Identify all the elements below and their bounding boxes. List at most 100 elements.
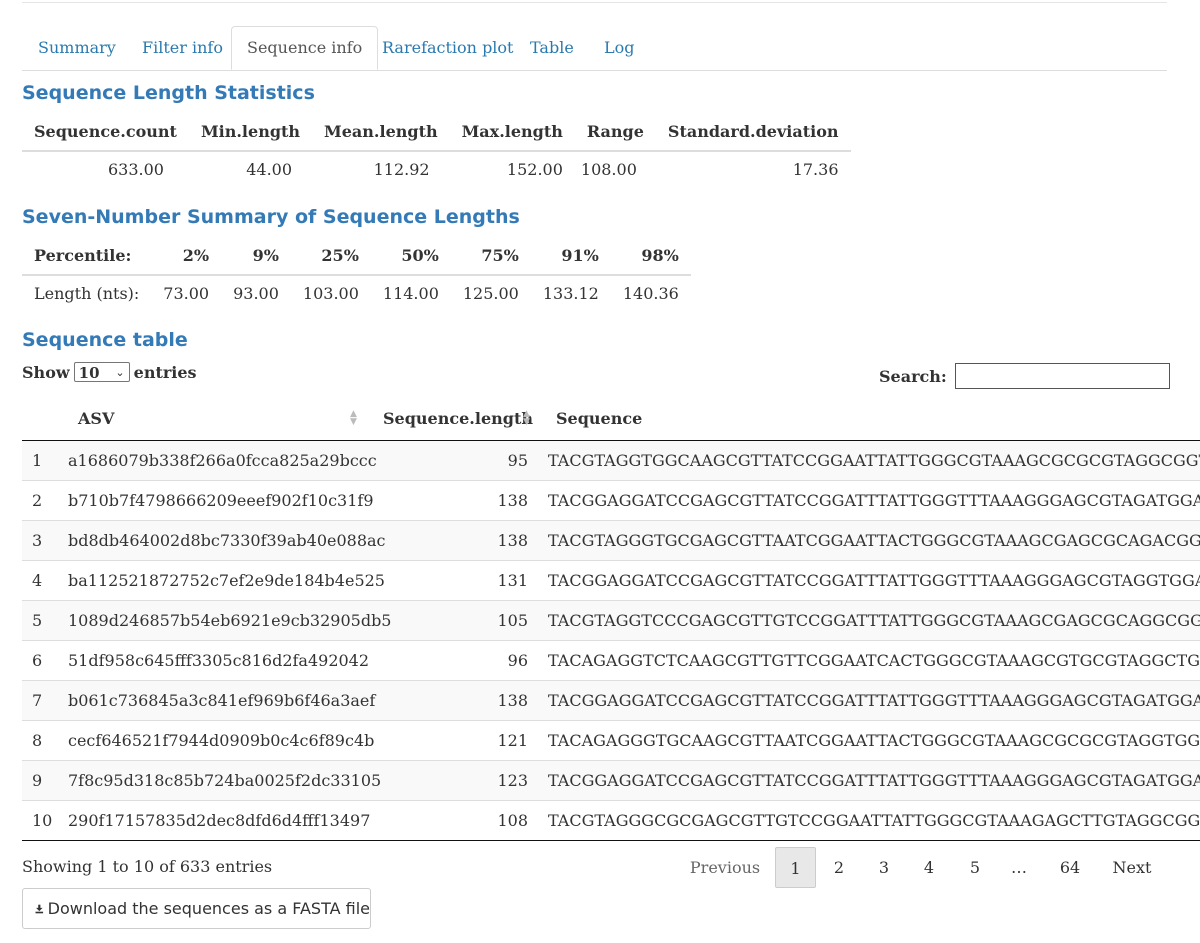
col-p25: 25% <box>290 237 371 276</box>
row-sequence: TACGTAGGTCCCGAGCGTTGTCCGGATTTATTGGGCGTAA… <box>548 611 1200 630</box>
col-asv[interactable]: ASV <box>78 398 114 440</box>
tab-filter-info[interactable]: Filter info <box>142 26 223 70</box>
tab-summary[interactable]: Summary <box>38 26 116 70</box>
stat-range: 108.00 <box>580 160 637 179</box>
row-sequence: TACGGAGGATCCGAGCGTTATCCGGATTTATTGGGTTTAA… <box>548 691 1200 710</box>
row-length: 108 <box>497 811 528 830</box>
page-64-button[interactable]: 64 <box>1050 847 1090 888</box>
val-p9: 93.00 <box>233 284 279 303</box>
row-asv: 7f8c95d318c85b724ba0025f2dc33105 <box>68 771 382 790</box>
row-length: 123 <box>497 771 528 790</box>
page-2-button[interactable]: 2 <box>820 847 858 888</box>
length-stats-heading: Sequence Length Statistics <box>22 82 315 104</box>
stat-mean-length: 112.92 <box>373 160 430 179</box>
row-index: 4 <box>32 571 43 590</box>
val-p25: 103.00 <box>302 284 359 303</box>
col-percentile-label: Percentile: <box>22 237 152 276</box>
col-p2: 2% <box>151 237 222 276</box>
col-p50: 50% <box>370 237 451 276</box>
previous-page-button[interactable]: Previous <box>680 847 770 888</box>
sequence-table-heading: Sequence table <box>22 329 188 351</box>
seven-number-table: Percentile: 2% 9% 25% 50% 75% 91% 98% Le… <box>22 237 691 311</box>
val-p75: 125.00 <box>462 284 519 303</box>
row-length: 138 <box>497 691 528 710</box>
tab-rarefaction-plot[interactable]: Rarefaction plot <box>382 26 513 70</box>
top-divider <box>22 2 1167 3</box>
row-asv: a1686079b338f266a0fcca825a29bccc <box>68 451 377 470</box>
row-sequence: TACGGAGGATCCGAGCGTTATCCGGATTTATTGGGTTTAA… <box>548 571 1200 590</box>
col-max-length: Max.length <box>449 113 575 152</box>
row-index: 7 <box>32 691 43 710</box>
col-p98: 98% <box>610 237 691 276</box>
row-asv: 290f17157835d2dec8dfd6d4fff13497 <box>68 811 371 830</box>
sort-sequence-length-icon[interactable]: ▲ ▼ <box>523 410 530 427</box>
row-asv: bd8db464002d8bc7330f39ab40e088ac <box>68 531 386 550</box>
stat-min-length: 44.00 <box>246 160 293 179</box>
row-asv: cecf646521f7944d0909b0c4c6f89c4b <box>68 731 375 750</box>
tab-table[interactable]: Table <box>530 26 574 70</box>
row-length: 138 <box>497 491 528 510</box>
table-row: 9 7f8c95d318c85b724ba0025f2dc33105 123 T… <box>22 761 1200 801</box>
row-sequence: TACGGAGGATCCGAGCGTTATCCGGATTTATTGGGTTTAA… <box>548 771 1200 790</box>
row-asv: 51df958c645fff3305c816d2fa492042 <box>68 651 370 670</box>
table-row: 4 ba112521872752c7ef2e9de184b4e525 131 T… <box>22 561 1200 601</box>
col-p75: 75% <box>450 237 531 276</box>
row-length: 96 <box>507 651 528 670</box>
row-sequence: TACGTAGGGTGCGAGCGTTAATCGGAATTACTGGGCGTAA… <box>548 531 1200 550</box>
table-body: 1 a1686079b338f266a0fcca825a29bccc 95 TA… <box>22 441 1200 841</box>
stat-sequence-count: 633.00 <box>107 160 164 179</box>
page-4-button[interactable]: 4 <box>910 847 948 888</box>
page-length-value: 10 <box>78 364 100 382</box>
row-asv: b061c736845a3c841ef969b6f46a3aef <box>68 691 376 710</box>
val-p2: 73.00 <box>163 284 210 303</box>
col-min-length: Min.length <box>188 113 313 152</box>
row-length: 121 <box>497 731 528 750</box>
row-length: 95 <box>507 451 528 470</box>
tab-sequence-info[interactable]: Sequence info <box>231 26 379 70</box>
row-length: 105 <box>497 611 528 630</box>
table-header: ASV ▲ ▼ Sequence.length ▲ ▼ Sequence <box>22 398 1200 441</box>
row-sequence: TACAGAGGGTGCAAGCGTTAATCGGAATTACTGGGCGTAA… <box>548 731 1200 750</box>
length-nts-label: Length (nts): <box>34 284 140 303</box>
table-row: 2 b710b7f4798666209eeef902f10c31f9 138 T… <box>22 481 1200 521</box>
download-icon <box>35 904 44 913</box>
row-sequence: TACGTAGGGCGCGAGCGTTGTCCGGAATTATTGGGCGTAA… <box>548 811 1200 830</box>
pagination-ellipsis: … <box>1011 858 1027 877</box>
row-index: 6 <box>32 651 43 670</box>
val-p91: 133.12 <box>542 284 599 303</box>
show-label: Show <box>22 362 70 382</box>
download-fasta-button[interactable]: Download the sequences as a FASTA file <box>22 888 371 929</box>
page-length-select[interactable]: 10 ⌄ <box>73 362 130 382</box>
search-control: Search: <box>879 363 1170 389</box>
table-row: 1 a1686079b338f266a0fcca825a29bccc 95 TA… <box>22 441 1200 481</box>
stat-standard-deviation: 17.36 <box>792 160 839 179</box>
row-length: 131 <box>497 571 528 590</box>
page-5-button[interactable]: 5 <box>956 847 994 888</box>
page-3-button[interactable]: 3 <box>865 847 903 888</box>
row-sequence: TACAGAGGTCTCAAGCGTTGTTCGGAATCACTGGGCGTAA… <box>548 651 1200 670</box>
tab-log[interactable]: Log <box>604 26 635 70</box>
entries-label: entries <box>133 362 197 382</box>
page-1-button[interactable]: 1 <box>775 847 816 888</box>
row-asv: b710b7f4798666209eeef902f10c31f9 <box>68 491 374 510</box>
row-index: 8 <box>32 731 43 750</box>
col-mean-length: Mean.length <box>312 113 450 152</box>
col-sequence-length[interactable]: Sequence.length <box>383 398 533 440</box>
val-p50: 114.00 <box>382 284 439 303</box>
row-index: 5 <box>32 611 43 630</box>
search-label: Search: <box>879 366 947 386</box>
page-length-control: Show 10 ⌄ entries <box>22 362 197 382</box>
seven-number-heading: Seven-Number Summary of Sequence Lengths <box>22 206 520 228</box>
val-p98: 140.36 <box>622 284 679 303</box>
sort-asv-icon[interactable]: ▲ ▼ <box>350 410 357 427</box>
row-length: 138 <box>497 531 528 550</box>
row-index: 2 <box>32 491 43 510</box>
next-page-button[interactable]: Next <box>1105 847 1159 888</box>
search-input[interactable] <box>954 363 1170 389</box>
table-row: 8 cecf646521f7944d0909b0c4c6f89c4b 121 T… <box>22 721 1200 761</box>
table-info: Showing 1 to 10 of 633 entries <box>22 857 273 876</box>
table-row: 10 290f17157835d2dec8dfd6d4fff13497 108 … <box>22 801 1200 841</box>
col-sequence: Sequence <box>556 409 643 428</box>
table-row: 6 51df958c645fff3305c816d2fa492042 96 TA… <box>22 641 1200 681</box>
table-row: 3 bd8db464002d8bc7330f39ab40e088ac 138 T… <box>22 521 1200 561</box>
